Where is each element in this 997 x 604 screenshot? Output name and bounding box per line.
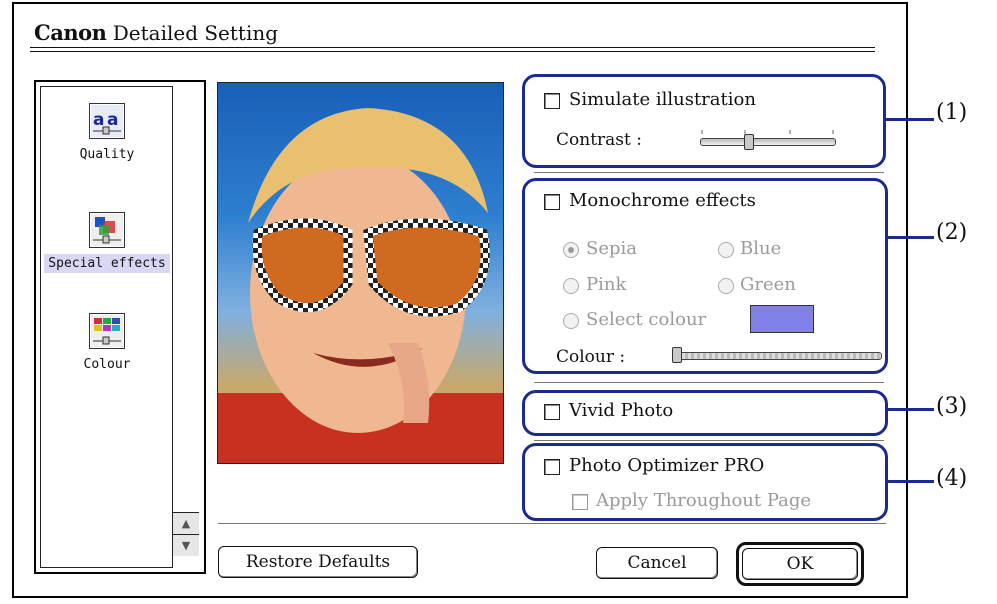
callout-label-1: (1) <box>936 100 968 125</box>
vivid-photo-label[interactable]: Vivid Photo <box>569 400 673 421</box>
sepia-radio[interactable] <box>563 242 579 258</box>
simulate-illustration-checkbox[interactable] <box>544 93 560 109</box>
arrow-down-icon: ▼ <box>181 539 191 552</box>
scroll-up-button[interactable]: ▲ <box>173 512 199 534</box>
cancel-button[interactable]: Cancel <box>596 547 718 579</box>
sidebar-item-label: Special effects <box>44 254 170 273</box>
quality-icon: a a <box>89 103 125 139</box>
contrast-slider-thumb[interactable] <box>744 134 755 150</box>
ok-button[interactable]: OK <box>742 548 858 580</box>
apply-throughout-page-checkbox[interactable] <box>572 494 588 510</box>
arrow-up-icon: ▲ <box>181 517 191 530</box>
preview-image <box>217 82 504 464</box>
colour-icon-graphic <box>91 315 123 347</box>
vivid-photo-checkbox[interactable] <box>544 404 560 420</box>
select-colour-radio[interactable] <box>563 313 579 329</box>
canon-logo: Canon <box>34 20 107 45</box>
monochrome-effects-label[interactable]: Monochrome effects <box>569 190 756 211</box>
callout-line-3 <box>888 408 934 411</box>
contrast-slider-track[interactable] <box>700 138 836 146</box>
colour-icon <box>89 313 125 349</box>
contrast-ticks-graphic <box>701 130 834 134</box>
green-radio[interactable] <box>718 278 734 294</box>
title-divider-top <box>30 47 875 48</box>
sidebar-item-quality[interactable]: a a Quality <box>44 103 170 164</box>
apply-throughout-page-label[interactable]: Apply Throughout Page <box>596 490 811 511</box>
select-colour-label[interactable]: Select colour <box>586 309 706 330</box>
blue-label[interactable]: Blue <box>740 238 781 259</box>
sidebar-item-special-effects[interactable]: Special effects <box>44 212 170 273</box>
colour-label: Colour : <box>556 347 626 367</box>
callout-label-2: (2) <box>936 220 968 245</box>
restore-defaults-button[interactable]: Restore Defaults <box>218 546 418 578</box>
pink-radio[interactable] <box>563 278 579 294</box>
sidebar-item-label: Quality <box>79 147 135 162</box>
photo-optimizer-label[interactable]: Photo Optimizer PRO <box>569 455 764 476</box>
colour-swatch[interactable] <box>750 305 814 333</box>
simulate-illustration-label[interactable]: Simulate illustration <box>569 89 756 110</box>
callout-label-3: (3) <box>936 394 968 419</box>
contrast-ticks <box>700 121 836 134</box>
group-separator <box>534 382 884 383</box>
sidebar-item-label: Colour <box>83 357 131 372</box>
group-separator <box>534 172 884 173</box>
green-label[interactable]: Green <box>740 274 796 295</box>
callout-label-4: (4) <box>936 466 968 491</box>
preview-photo-graphic <box>218 108 503 463</box>
callout-line-2 <box>888 236 934 239</box>
sidebar-item-colour[interactable]: Colour <box>44 313 170 374</box>
special-effects-icon-graphic <box>91 214 123 246</box>
callout-line-4 <box>888 480 934 483</box>
photo-optimizer-checkbox[interactable] <box>544 459 560 475</box>
monochrome-effects-checkbox[interactable] <box>544 194 560 210</box>
callout-line-1 <box>884 118 934 121</box>
quality-icon-graphic: a a <box>91 105 123 137</box>
category-scrollbar[interactable] <box>172 86 200 568</box>
contrast-label: Contrast : <box>556 130 642 150</box>
special-effects-icon <box>89 212 125 248</box>
sepia-label[interactable]: Sepia <box>586 238 637 259</box>
colour-slider-track[interactable] <box>672 352 882 360</box>
colour-slider-thumb[interactable] <box>672 347 682 363</box>
title-divider-bottom <box>30 51 875 52</box>
pink-label[interactable]: Pink <box>586 274 626 295</box>
dialog-title-text: Detailed Setting <box>112 21 279 45</box>
scroll-down-button[interactable]: ▼ <box>173 534 199 556</box>
dialog-title: Canon Detailed Setting <box>34 20 278 45</box>
blue-radio[interactable] <box>718 242 734 258</box>
button-bar-divider <box>218 523 886 524</box>
group-separator <box>534 440 884 441</box>
